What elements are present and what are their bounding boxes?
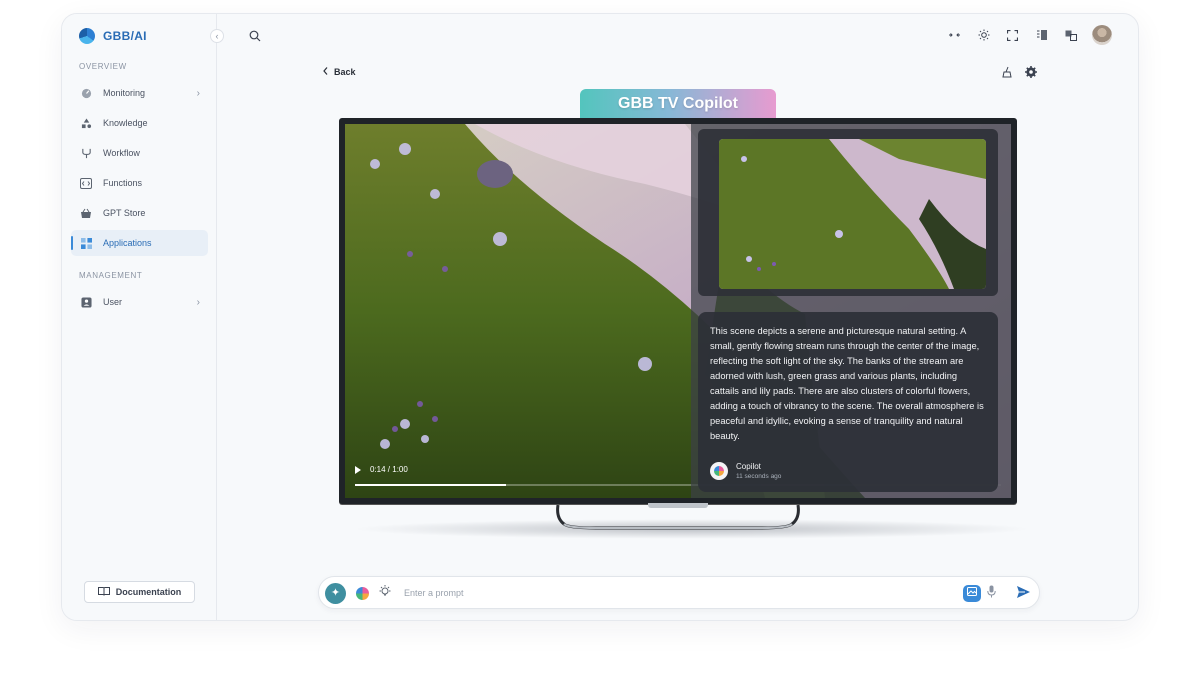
documentation-button[interactable]: Documentation [84, 581, 195, 603]
sidebar-collapse-button[interactable]: ‹ [210, 29, 224, 43]
brand[interactable]: GBB/AI [79, 28, 147, 44]
copilot-logo-icon [714, 466, 724, 476]
chevron-left-icon [323, 67, 328, 77]
gauge-icon [80, 87, 92, 99]
send-icon[interactable] [1016, 585, 1032, 601]
branch-icon [80, 147, 92, 159]
prompt-input[interactable] [404, 585, 944, 601]
sidebar-item-gpt-store[interactable]: GPT Store [71, 200, 208, 226]
scene-description: This scene depicts a serene and pictures… [710, 326, 984, 441]
image-upload-icon[interactable] [963, 585, 981, 602]
tv-stand [556, 504, 800, 530]
sidebar-item-monitoring[interactable]: Monitoring › [71, 80, 208, 106]
sidebar: GBB/AI OVERVIEW Monitoring › Knowledge W… [62, 14, 217, 620]
user-card-icon [80, 296, 92, 308]
back-button[interactable]: Back [323, 67, 356, 77]
section-label-management: MANAGEMENT [79, 271, 143, 280]
thumbnail-card [698, 129, 998, 296]
tv-title: GBB TV Copilot [580, 89, 776, 120]
shapes-icon [80, 117, 92, 129]
copilot-overlay: This scene depicts a serene and pictures… [691, 124, 1011, 498]
sidebar-item-label: Monitoring [103, 88, 146, 98]
video-player[interactable]: 0:14 / 1:00 This scene depicts a serene … [345, 124, 1011, 498]
brand-logo-icon [79, 28, 95, 44]
frame-thumbnail [719, 139, 986, 289]
lightbulb-icon[interactable] [379, 585, 391, 601]
page-tools [1001, 66, 1037, 78]
video-time: 0:14 / 1:00 [370, 465, 408, 474]
clean-icon[interactable] [1001, 66, 1013, 78]
tv-frame: 0:14 / 1:00 This scene depicts a serene … [339, 118, 1017, 504]
brand-name: GBB/AI [103, 29, 147, 43]
header-actions [947, 25, 1112, 45]
translate-icon[interactable] [1063, 28, 1078, 43]
section-label-overview: OVERVIEW [79, 62, 127, 71]
sidebar-item-label: Knowledge [103, 118, 148, 128]
book-icon [97, 586, 110, 598]
collapse-arrows-icon[interactable] [947, 28, 962, 43]
play-icon[interactable] [355, 465, 361, 474]
description-card: This scene depicts a serene and pictures… [698, 312, 998, 492]
copilot-avatar [710, 462, 728, 480]
microphone-icon[interactable] [987, 585, 996, 601]
video-controls: 0:14 / 1:00 [355, 465, 408, 474]
message-author: Copilot 11 seconds ago [710, 462, 781, 480]
sidebar-item-workflow[interactable]: Workflow [71, 140, 208, 166]
back-label: Back [334, 67, 356, 77]
settings-icon[interactable] [1025, 66, 1037, 78]
sidebar-item-label: Applications [103, 238, 152, 248]
sidebar-item-label: Workflow [103, 148, 140, 158]
sidebar-item-user[interactable]: User › [71, 289, 208, 315]
documentation-label: Documentation [115, 587, 182, 597]
prompt-bar: ✦ [318, 576, 1040, 609]
sun-icon[interactable] [976, 28, 991, 43]
basket-icon [80, 207, 92, 219]
app-window: GBB/AI OVERVIEW Monitoring › Knowledge W… [61, 13, 1139, 621]
sparkle-icon[interactable]: ✦ [325, 583, 346, 604]
sidebar-item-label: User [103, 297, 123, 307]
fullscreen-icon[interactable] [1005, 28, 1020, 43]
chevron-right-icon: › [196, 87, 200, 99]
sidebar-item-functions[interactable]: Functions [71, 170, 208, 196]
sidebar-item-label: Functions [103, 178, 143, 188]
chevron-right-icon: › [196, 296, 200, 308]
message-timestamp: 11 seconds ago [736, 473, 782, 480]
author-name: Copilot [736, 462, 761, 471]
video-progress-fill [355, 484, 506, 486]
sidebar-item-knowledge[interactable]: Knowledge [71, 110, 208, 136]
search-icon[interactable] [249, 29, 263, 43]
copilot-logo-icon[interactable] [356, 587, 369, 600]
sidebar-item-label: GPT Store [103, 208, 146, 218]
grid-icon [80, 237, 92, 249]
code-icon [80, 177, 92, 189]
sidebar-item-applications[interactable]: Applications [71, 230, 208, 256]
panel-icon[interactable] [1034, 28, 1049, 43]
avatar[interactable] [1092, 25, 1112, 45]
